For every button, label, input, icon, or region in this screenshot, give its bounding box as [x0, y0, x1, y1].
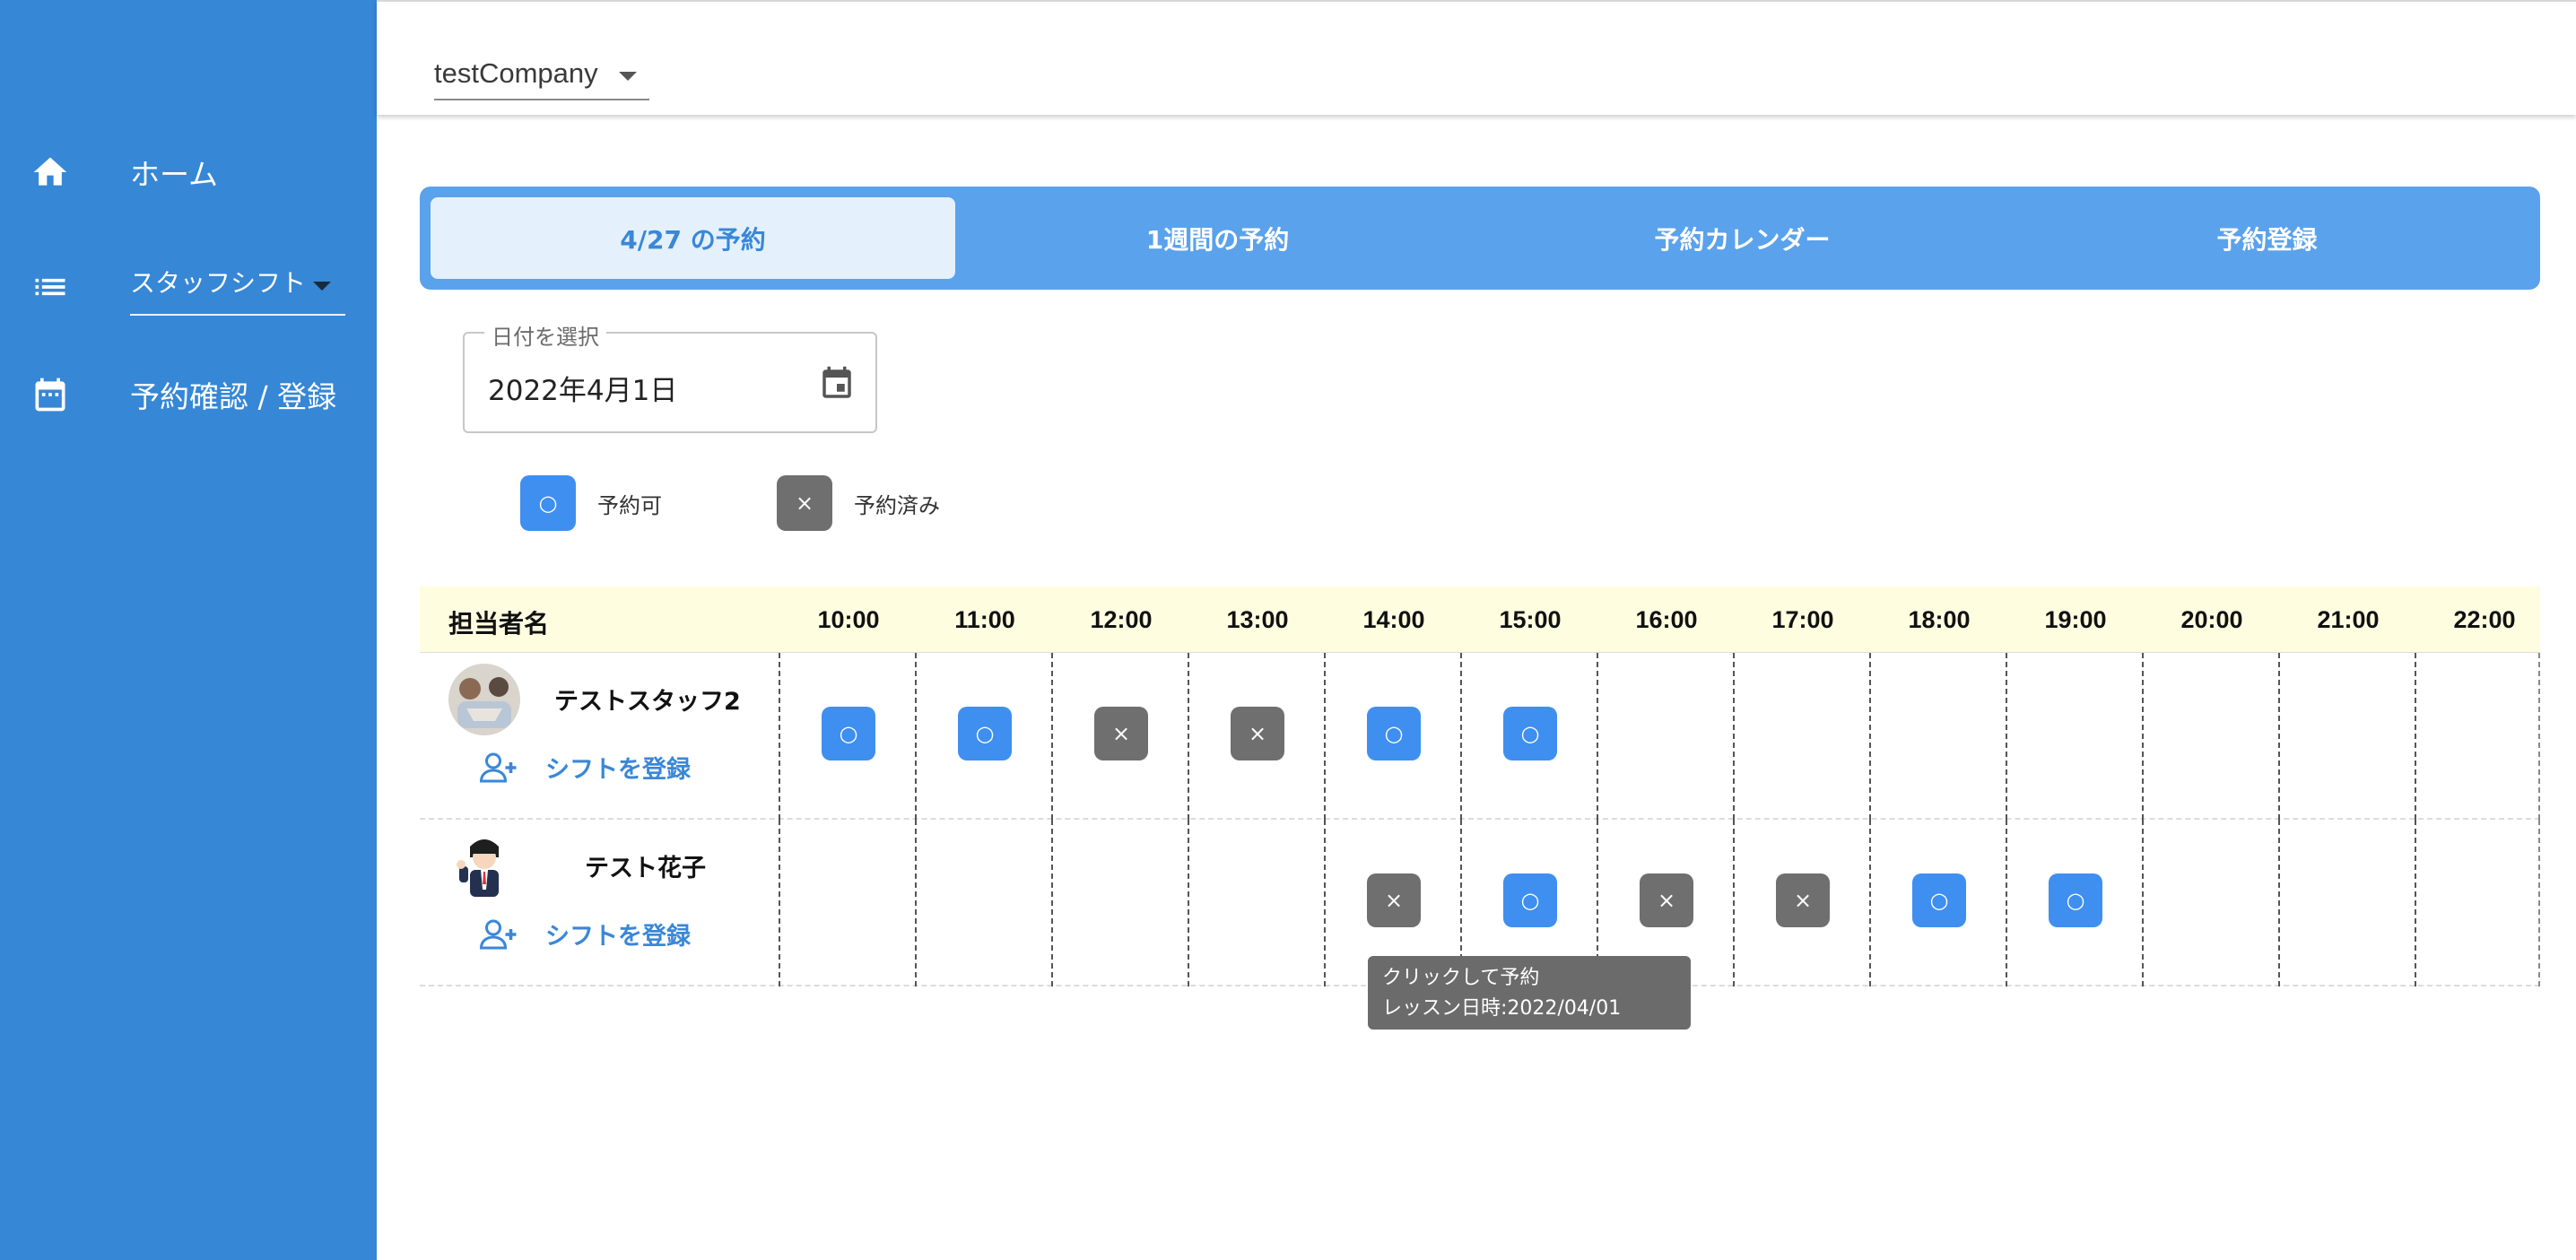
legend-available-label: 予約可 [597, 492, 662, 518]
column-header-staff: 担当者名 [448, 609, 550, 639]
person-add-icon [479, 919, 517, 949]
time-slot-cell: × [1051, 653, 1188, 820]
date-field-value: 2022年4月1日 [488, 375, 678, 407]
time-slot-cell [2415, 653, 2540, 820]
home-icon [33, 157, 67, 186]
time-slot-cell: × [1733, 820, 1869, 986]
slot-booked-button[interactable]: × [1094, 707, 1148, 760]
time-slot-cell: ○ [2006, 820, 2142, 986]
slot-booked-button[interactable]: × [1231, 707, 1284, 760]
time-slot-cell: × [1188, 653, 1324, 820]
tooltip-line-1: クリックして予約 [1382, 967, 1540, 989]
time-slot-cell [779, 820, 915, 986]
staff-shift-select[interactable]: スタッフシフト [130, 258, 345, 316]
sidebar-item-label: 予約確認 / 登録 [130, 379, 337, 414]
avatar [448, 830, 520, 902]
tooltip-line-2: レッスン日時:2022/04/01 15:00~ [1382, 997, 1622, 1050]
column-header-time: 21:00 [2317, 606, 2380, 633]
staff-name: テスト花子 [585, 855, 706, 882]
register-shift-button[interactable]: シフトを登録 [477, 750, 691, 785]
column-header-time: 12:00 [1090, 606, 1153, 633]
register-shift-label: シフトを登録 [545, 756, 691, 784]
calendar-icon [35, 378, 65, 412]
sidebar: ホーム スタッフシフト 予約確認 / 登録 [0, 0, 377, 1260]
column-header-time: 15:00 [1499, 606, 1562, 633]
column-header-time: 19:00 [2044, 606, 2107, 633]
table-row: テストスタッフ2 シフトを登録 ○ ○ × × ○ ○ [420, 653, 2540, 820]
avatar [448, 664, 520, 735]
time-slot-cell [2142, 820, 2278, 986]
column-header-time: 17:00 [1771, 606, 1834, 633]
slot-available-button[interactable]: ○ [958, 707, 1012, 760]
time-slot-cell: ○ [915, 653, 1051, 820]
column-header-time: 11:00 [954, 606, 1015, 633]
column-header-time: 13:00 [1226, 606, 1289, 633]
chevron-down-icon [619, 72, 637, 81]
time-slot-cell [915, 820, 1051, 986]
legend-booked: × 予約済み [777, 475, 940, 531]
table-header: 担当者名 10:00 11:00 12:00 13:00 14:00 15:00… [420, 587, 2540, 653]
time-slot-cell [1597, 653, 1733, 820]
column-header-time: 10:00 [817, 606, 880, 633]
time-slot-cell [1733, 653, 1869, 820]
schedule-table: 担当者名 10:00 11:00 12:00 13:00 14:00 15:00… [420, 587, 2540, 986]
register-shift-label: シフトを登録 [545, 923, 691, 951]
column-header-time: 20:00 [2180, 606, 2243, 633]
time-slot-cell [2142, 653, 2278, 820]
list-icon [35, 278, 65, 296]
column-header-time: 14:00 [1362, 606, 1425, 633]
calendar-icon[interactable] [818, 364, 856, 404]
column-header-time: 22:00 [2453, 606, 2516, 633]
time-slot-cell [2006, 653, 2142, 820]
slot-available-button[interactable]: ○ [2049, 873, 2102, 927]
legend-booked-swatch: × [777, 475, 832, 531]
staff-name: テストスタッフ2 [554, 688, 741, 716]
register-shift-button[interactable]: シフトを登録 [477, 917, 691, 952]
tab-today-reservations[interactable]: 4/27 の予約 [431, 197, 955, 279]
slot-available-button[interactable]: ○ [1503, 873, 1557, 927]
sidebar-item-label: スタッフシフト [130, 268, 307, 298]
legend-available-swatch: ○ [520, 475, 576, 531]
slot-available-button[interactable]: ○ [1912, 873, 1966, 927]
top-header: testCompany [377, 0, 2576, 115]
sidebar-item-staff-shift[interactable]: スタッフシフト [0, 251, 377, 323]
sidebar-item-reservations[interactable]: 予約確認 / 登録 [0, 359, 377, 430]
time-slot-cell [1051, 820, 1188, 986]
time-slot-cell [2278, 820, 2415, 986]
legend-booked-label: 予約済み [854, 492, 940, 518]
sidebar-item-label: ホーム [130, 157, 219, 192]
slot-booked-button[interactable]: × [1776, 873, 1830, 927]
slot-available-button[interactable]: ○ [1367, 707, 1421, 760]
tab-weekly-reservations[interactable]: 1週間の予約 [955, 197, 1480, 279]
sidebar-item-home[interactable]: ホーム [0, 136, 377, 208]
legend-available: ○ 予約可 [520, 475, 662, 531]
time-slot-cell [2415, 820, 2540, 986]
time-slot-cell: ○ [1869, 820, 2006, 986]
person-add-icon [479, 752, 517, 782]
time-slot-cell [1188, 820, 1324, 986]
company-select-value: testCompany [434, 57, 598, 89]
time-slot-cell: ○ [1324, 653, 1460, 820]
tab-reservation-calendar[interactable]: 予約カレンダー [1480, 197, 2005, 279]
reservation-tabs: 4/27 の予約 1週間の予約 予約カレンダー 予約登録 [420, 187, 2540, 290]
date-field[interactable]: 日付を選択 2022年4月1日 [463, 319, 877, 433]
time-slot-cell: ○ [779, 653, 915, 820]
chevron-down-icon [313, 282, 331, 291]
time-slot-cell [1869, 653, 2006, 820]
column-header-time: 16:00 [1635, 606, 1698, 633]
tab-reservation-register[interactable]: 予約登録 [2005, 197, 2529, 279]
slot-available-button[interactable]: ○ [822, 707, 875, 760]
time-slot-cell: ○ [1460, 653, 1597, 820]
slot-tooltip: クリックして予約 レッスン日時:2022/04/01 15:00~ [1368, 956, 1691, 1050]
slot-booked-button[interactable]: × [1640, 873, 1693, 927]
slot-booked-button[interactable]: × [1367, 873, 1421, 927]
column-header-time: 18:00 [1908, 606, 1971, 633]
time-slot-cell [2278, 653, 2415, 820]
company-select[interactable]: testCompany [434, 48, 649, 100]
slot-available-button[interactable]: ○ [1503, 707, 1557, 760]
date-field-label: 日付を選択 [484, 319, 606, 351]
